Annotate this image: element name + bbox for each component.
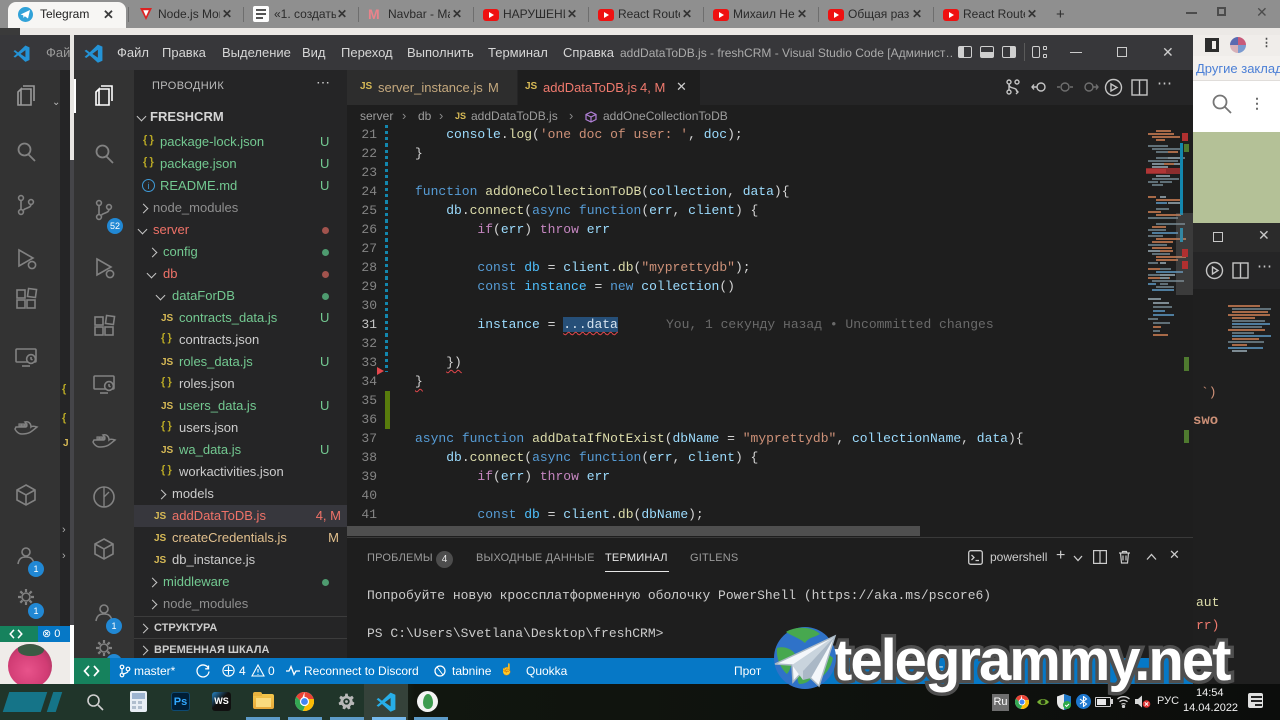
svg-text:telegrammy.net: telegrammy.net <box>833 628 1231 693</box>
